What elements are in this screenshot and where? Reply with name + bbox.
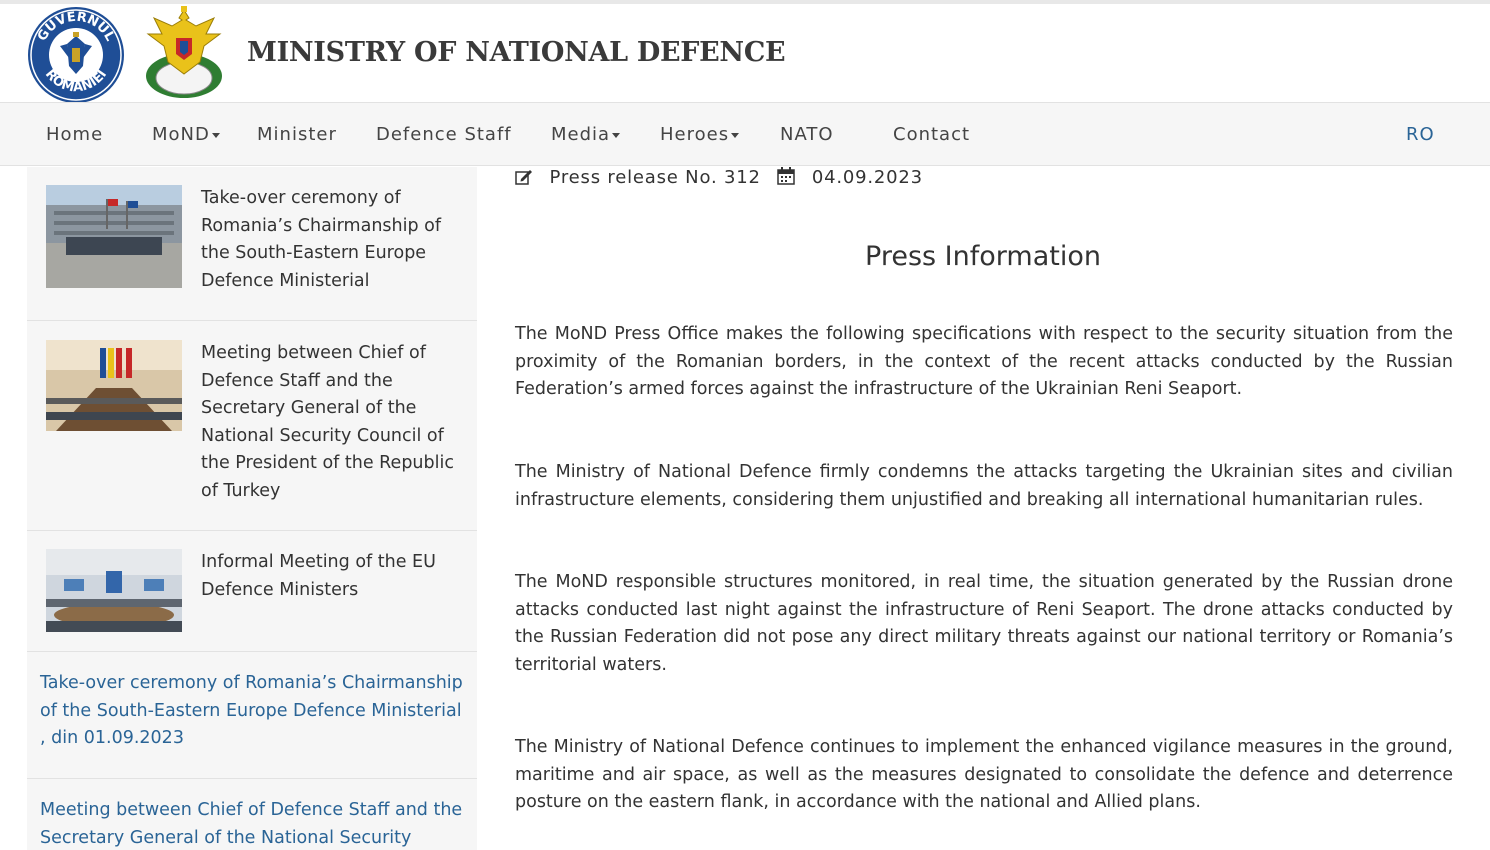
nav-contact[interactable]: Contact — [893, 124, 970, 145]
news-thumbnail[interactable] — [46, 340, 182, 431]
dropdown-caret-icon — [211, 132, 220, 138]
article-paragraph: The Ministry of National Defence continu… — [515, 737, 1453, 812]
language-switch[interactable]: RO — [1406, 124, 1435, 145]
news-link[interactable]: Take-over ceremony of Romania’s Chairman… — [40, 670, 472, 753]
nav-heroes[interactable]: Heroes — [660, 124, 740, 145]
news-link[interactable]: Meeting between Chief of Defence Staff a… — [40, 797, 472, 850]
government-logo[interactable]: GUVERNUL ROMÂNIEI — [27, 6, 125, 104]
calendar-icon — [777, 167, 796, 190]
nav-minister[interactable]: Minister — [257, 124, 337, 145]
article-meta: Press release No. 312 04.09.2023 — [515, 167, 923, 190]
news-title[interactable]: Take-over ceremony of Romania’s Chairman… — [201, 185, 469, 295]
news-title[interactable]: Meeting between Chief of Defence Staff a… — [201, 340, 469, 505]
dropdown-caret-icon — [612, 132, 621, 138]
nav-media[interactable]: Media — [551, 124, 621, 145]
article-paragraph: The MoND Press Office makes the followin… — [515, 324, 1453, 399]
news-title[interactable]: Informal Meeting of the EU Defence Minis… — [201, 549, 469, 604]
article-paragraph: The MoND responsible structures monitore… — [515, 572, 1453, 675]
nav-mond[interactable]: MoND — [152, 124, 220, 145]
mond-emblem[interactable] — [140, 4, 228, 104]
news-link-item: Meeting between Chief of Defence Staff a… — [27, 779, 477, 850]
news-item[interactable]: Informal Meeting of the EU Defence Minis… — [27, 531, 477, 652]
press-release-date: 04.09.2023 — [811, 167, 923, 188]
nav-nato[interactable]: NATO — [780, 124, 834, 145]
dropdown-caret-icon — [731, 132, 740, 138]
site-title: MINISTRY OF NATIONAL DEFENCE — [247, 37, 786, 68]
main-navigation: Home MoND Minister Defence Staff Media H… — [0, 102, 1490, 166]
article-paragraph: The Ministry of National Defence firmly … — [515, 462, 1453, 510]
news-item[interactable]: Meeting between Chief of Defence Staff a… — [27, 321, 477, 531]
nav-home[interactable]: Home — [46, 124, 103, 145]
sidebar-news: Take-over ceremony of Romania’s Chairman… — [27, 167, 477, 850]
news-thumbnail[interactable] — [46, 185, 182, 288]
news-item[interactable]: Take-over ceremony of Romania’s Chairman… — [27, 167, 477, 321]
site-header: GUVERNUL ROMÂNIEI MINISTRY OF NATIONAL D… — [0, 4, 1490, 104]
nav-defence-staff[interactable]: Defence Staff — [376, 124, 512, 145]
press-release-number: Press release No. 312 — [549, 167, 761, 188]
article-heading: Press Information — [865, 241, 1101, 272]
edit-icon — [515, 169, 533, 190]
news-link-item: Take-over ceremony of Romania’s Chairman… — [27, 652, 477, 779]
news-thumbnail[interactable] — [46, 549, 182, 632]
